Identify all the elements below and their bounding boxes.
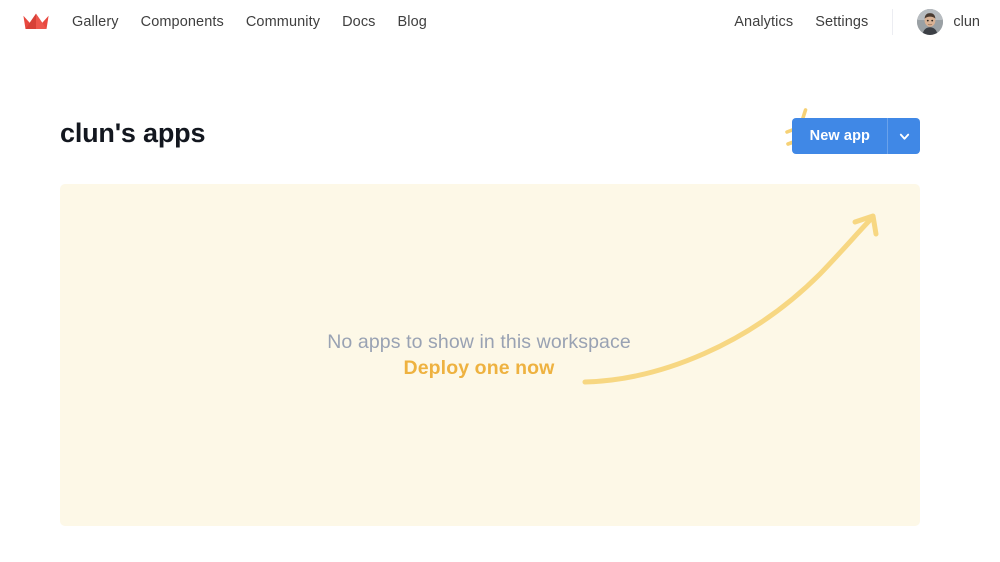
page-title: clun's apps — [60, 118, 206, 148]
new-app-button-label: New app — [809, 128, 870, 144]
crown-icon — [23, 13, 49, 29]
chevron-down-icon — [899, 133, 909, 140]
nav-link-analytics[interactable]: Analytics — [734, 15, 793, 30]
empty-state-text-group: No apps to show in this workspace Deploy… — [60, 184, 920, 526]
nav-link-blog[interactable]: Blog — [398, 15, 427, 30]
new-app-dropdown-toggle[interactable] — [887, 118, 920, 154]
empty-state-panel: No apps to show in this workspace Deploy… — [60, 184, 920, 526]
user-avatar-photo — [917, 9, 944, 35]
nav-divider — [892, 9, 894, 35]
nav-link-docs[interactable]: Docs — [342, 15, 375, 30]
nav-link-settings[interactable]: Settings — [815, 15, 868, 30]
page-header-row: clun's apps New app — [60, 108, 920, 164]
nav-right-group: Analytics Settings clun — [734, 9, 1000, 35]
nav-link-components[interactable]: Components — [141, 15, 224, 30]
new-app-button[interactable]: New app — [791, 118, 920, 154]
nav-link-community[interactable]: Community — [246, 15, 320, 30]
top-navigation-bar: Gallery Components Community Docs Blog A… — [0, 0, 1000, 44]
deploy-one-now-link[interactable]: Deploy one now — [404, 357, 555, 380]
user-menu[interactable]: clun — [917, 9, 980, 35]
nav-left-group: Gallery Components Community Docs Blog — [0, 11, 427, 33]
crown-logo-icon[interactable] — [22, 11, 50, 33]
empty-state-message: No apps to show in this workspace — [327, 330, 631, 353]
username-label: clun — [953, 13, 980, 30]
nav-link-gallery[interactable]: Gallery — [72, 15, 119, 30]
avatar — [917, 9, 944, 35]
